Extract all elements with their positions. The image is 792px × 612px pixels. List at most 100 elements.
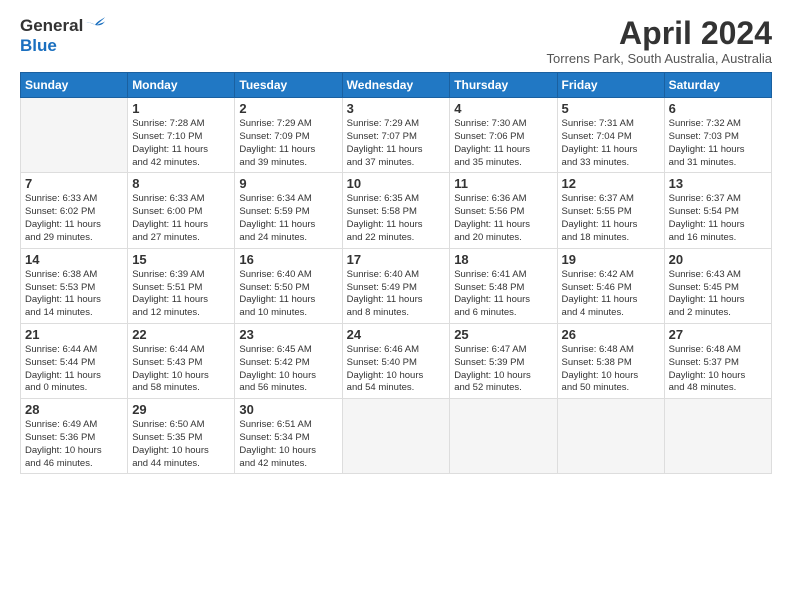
day-number: 16 (239, 252, 337, 267)
day-number: 29 (132, 402, 230, 417)
day-info: Sunrise: 6:48 AM Sunset: 5:38 PM Dayligh… (562, 344, 660, 395)
calendar-cell (450, 399, 557, 474)
col-sunday: Sunday (21, 73, 128, 98)
day-info: Sunrise: 6:45 AM Sunset: 5:42 PM Dayligh… (239, 344, 337, 395)
calendar-cell: 29 Sunrise: 6:50 AM Sunset: 5:35 PM Dayli… (128, 399, 235, 474)
calendar-cell (21, 98, 128, 173)
calendar-cell: 27 Sunrise: 6:48 AM Sunset: 5:37 PM Dayli… (664, 323, 771, 398)
day-number: 26 (562, 327, 660, 342)
calendar-table: Sunday Monday Tuesday Wednesday Thursday… (20, 72, 772, 474)
day-info: Sunrise: 6:44 AM Sunset: 5:43 PM Dayligh… (132, 344, 230, 395)
day-number: 6 (669, 101, 767, 116)
calendar-cell: 10Sunrise: 6:35 AM Sunset: 5:58 PM Dayli… (342, 173, 450, 248)
day-number: 13 (669, 176, 767, 191)
day-number: 12 (562, 176, 660, 191)
day-info: Sunrise: 6:37 AM Sunset: 5:55 PM Dayligh… (562, 193, 660, 244)
calendar-cell: 11Sunrise: 6:36 AM Sunset: 5:56 PM Dayli… (450, 173, 557, 248)
calendar-cell (557, 399, 664, 474)
calendar-cell (342, 399, 450, 474)
week-row-4: 21 Sunrise: 6:44 AM Sunset: 5:44 PM Dayli… (21, 323, 772, 398)
calendar-cell: 5 Sunrise: 7:31 AM Sunset: 7:04 PM Daylig… (557, 98, 664, 173)
day-number: 4 (454, 101, 552, 116)
calendar-cell: 30Sunrise: 6:51 AM Sunset: 5:34 PM Dayli… (235, 399, 342, 474)
day-info: Sunrise: 6:36 AM Sunset: 5:56 PM Dayligh… (454, 193, 552, 244)
day-info: Sunrise: 6:46 AM Sunset: 5:40 PM Dayligh… (347, 344, 446, 395)
calendar-cell (664, 399, 771, 474)
day-number: 24 (347, 327, 446, 342)
day-info: Sunrise: 6:33 AM Sunset: 6:00 PM Dayligh… (132, 193, 230, 244)
calendar-cell: 22Sunrise: 6:44 AM Sunset: 5:43 PM Dayli… (128, 323, 235, 398)
day-info: Sunrise: 6:51 AM Sunset: 5:34 PM Dayligh… (239, 419, 337, 470)
calendar-cell: 6Sunrise: 7:32 AM Sunset: 7:03 PM Daylig… (664, 98, 771, 173)
month-title: April 2024 (547, 16, 772, 51)
day-number: 18 (454, 252, 552, 267)
calendar-cell: 21 Sunrise: 6:44 AM Sunset: 5:44 PM Dayli… (21, 323, 128, 398)
day-info: Sunrise: 6:38 AM Sunset: 5:53 PM Dayligh… (25, 269, 123, 320)
calendar-cell: 1 Sunrise: 7:28 AM Sunset: 7:10 PM Daylig… (128, 98, 235, 173)
week-row-1: 1 Sunrise: 7:28 AM Sunset: 7:10 PM Daylig… (21, 98, 772, 173)
day-info: Sunrise: 6:49 AM Sunset: 5:36 PM Dayligh… (25, 419, 123, 470)
day-number: 14 (25, 252, 123, 267)
calendar-cell: 7 Sunrise: 6:33 AM Sunset: 6:02 PM Daylig… (21, 173, 128, 248)
day-info: Sunrise: 6:44 AM Sunset: 5:44 PM Dayligh… (25, 344, 123, 395)
header-row: Sunday Monday Tuesday Wednesday Thursday… (21, 73, 772, 98)
logo-blue: Blue (20, 36, 105, 56)
day-info: Sunrise: 6:35 AM Sunset: 5:58 PM Dayligh… (347, 193, 446, 244)
day-number: 17 (347, 252, 446, 267)
calendar-cell: 18Sunrise: 6:41 AM Sunset: 5:48 PM Dayli… (450, 248, 557, 323)
page-header: General Blue April 2024 Torrens Park, So… (20, 16, 772, 66)
day-info: Sunrise: 6:33 AM Sunset: 6:02 PM Dayligh… (25, 193, 123, 244)
calendar-cell: 2Sunrise: 7:29 AM Sunset: 7:09 PM Daylig… (235, 98, 342, 173)
col-friday: Friday (557, 73, 664, 98)
day-number: 25 (454, 327, 552, 342)
logo-bird-icon (85, 17, 105, 33)
day-number: 9 (239, 176, 337, 191)
calendar-header: Sunday Monday Tuesday Wednesday Thursday… (21, 73, 772, 98)
calendar-cell: 25 Sunrise: 6:47 AM Sunset: 5:39 PM Dayli… (450, 323, 557, 398)
day-number: 27 (669, 327, 767, 342)
title-block: April 2024 Torrens Park, South Australia… (547, 16, 772, 66)
logo-general: General (20, 16, 83, 36)
col-tuesday: Tuesday (235, 73, 342, 98)
day-number: 19 (562, 252, 660, 267)
day-number: 2 (239, 101, 337, 116)
calendar-cell: 19 Sunrise: 6:42 AM Sunset: 5:46 PM Dayli… (557, 248, 664, 323)
calendar-cell: 8Sunrise: 6:33 AM Sunset: 6:00 PM Daylig… (128, 173, 235, 248)
day-info: Sunrise: 6:40 AM Sunset: 5:49 PM Dayligh… (347, 269, 446, 320)
day-number: 5 (562, 101, 660, 116)
week-row-3: 14 Sunrise: 6:38 AM Sunset: 5:53 PM Dayli… (21, 248, 772, 323)
col-thursday: Thursday (450, 73, 557, 98)
day-number: 15 (132, 252, 230, 267)
calendar-cell: 9 Sunrise: 6:34 AM Sunset: 5:59 PM Daylig… (235, 173, 342, 248)
calendar-cell: 16 Sunrise: 6:40 AM Sunset: 5:50 PM Dayli… (235, 248, 342, 323)
day-info: Sunrise: 6:40 AM Sunset: 5:50 PM Dayligh… (239, 269, 337, 320)
day-info: Sunrise: 7:29 AM Sunset: 7:07 PM Dayligh… (347, 118, 446, 169)
calendar-cell: 12 Sunrise: 6:37 AM Sunset: 5:55 PM Dayli… (557, 173, 664, 248)
day-number: 21 (25, 327, 123, 342)
day-info: Sunrise: 6:48 AM Sunset: 5:37 PM Dayligh… (669, 344, 767, 395)
day-info: Sunrise: 6:34 AM Sunset: 5:59 PM Dayligh… (239, 193, 337, 244)
week-row-2: 7 Sunrise: 6:33 AM Sunset: 6:02 PM Daylig… (21, 173, 772, 248)
day-info: Sunrise: 6:50 AM Sunset: 5:35 PM Dayligh… (132, 419, 230, 470)
day-info: Sunrise: 6:43 AM Sunset: 5:45 PM Dayligh… (669, 269, 767, 320)
day-info: Sunrise: 6:39 AM Sunset: 5:51 PM Dayligh… (132, 269, 230, 320)
day-number: 1 (132, 101, 230, 116)
calendar-cell: 17 Sunrise: 6:40 AM Sunset: 5:49 PM Dayli… (342, 248, 450, 323)
day-number: 28 (25, 402, 123, 417)
calendar-cell: 4Sunrise: 7:30 AM Sunset: 7:06 PM Daylig… (450, 98, 557, 173)
calendar-cell: 28 Sunrise: 6:49 AM Sunset: 5:36 PM Dayli… (21, 399, 128, 474)
location-subtitle: Torrens Park, South Australia, Australia (547, 51, 772, 66)
day-number: 7 (25, 176, 123, 191)
day-info: Sunrise: 7:31 AM Sunset: 7:04 PM Dayligh… (562, 118, 660, 169)
col-wednesday: Wednesday (342, 73, 450, 98)
col-monday: Monday (128, 73, 235, 98)
calendar-cell: 24 Sunrise: 6:46 AM Sunset: 5:40 PM Dayli… (342, 323, 450, 398)
day-info: Sunrise: 7:28 AM Sunset: 7:10 PM Dayligh… (132, 118, 230, 169)
day-info: Sunrise: 6:42 AM Sunset: 5:46 PM Dayligh… (562, 269, 660, 320)
calendar-cell: 20 Sunrise: 6:43 AM Sunset: 5:45 PM Dayli… (664, 248, 771, 323)
day-info: Sunrise: 6:47 AM Sunset: 5:39 PM Dayligh… (454, 344, 552, 395)
col-saturday: Saturday (664, 73, 771, 98)
day-number: 20 (669, 252, 767, 267)
day-info: Sunrise: 6:37 AM Sunset: 5:54 PM Dayligh… (669, 193, 767, 244)
calendar-cell: 23Sunrise: 6:45 AM Sunset: 5:42 PM Dayli… (235, 323, 342, 398)
